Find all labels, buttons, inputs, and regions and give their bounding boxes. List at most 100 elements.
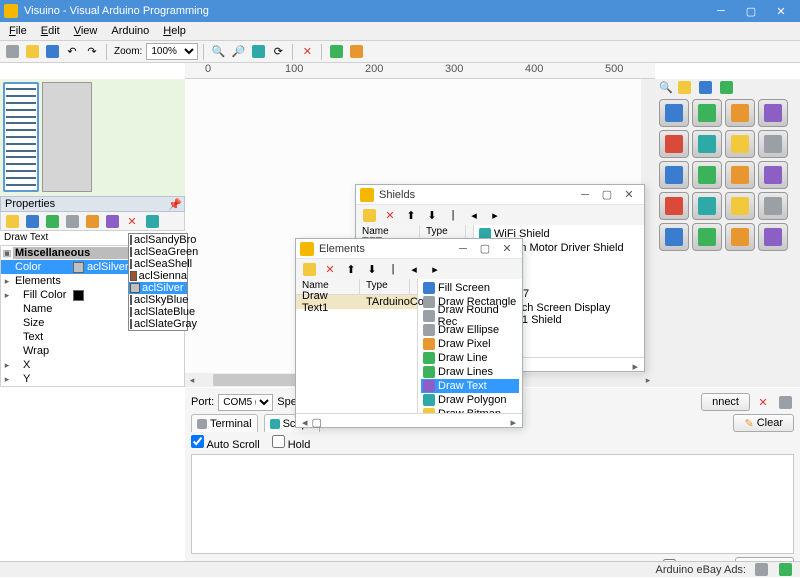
el-down-icon[interactable]: ⬇ — [363, 260, 381, 278]
element-item[interactable]: Draw Lines — [421, 365, 519, 379]
clear-button[interactable]: ✎Clear — [733, 414, 794, 432]
el-row[interactable]: Draw Text1 TArduinoCol — [296, 295, 417, 309]
palette-item[interactable] — [758, 130, 788, 158]
palette-item[interactable] — [692, 223, 722, 251]
shld-down-icon[interactable]: ⬇ — [423, 206, 441, 224]
palette-item[interactable] — [725, 161, 755, 189]
connect-button[interactable]: nnect — [701, 393, 750, 411]
element-item[interactable]: Draw Text — [421, 379, 519, 393]
palette-item[interactable] — [758, 192, 788, 220]
prop-help-icon[interactable] — [143, 212, 161, 230]
el-add-icon[interactable] — [300, 260, 318, 278]
palette-item[interactable] — [725, 192, 755, 220]
elements-max-button[interactable]: ▢ — [474, 242, 496, 255]
palette-item[interactable] — [725, 130, 755, 158]
elements-min-button[interactable]: ─ — [452, 243, 474, 255]
tab-terminal[interactable]: Terminal — [191, 414, 258, 432]
color-option[interactable]: aclSkyBlue — [129, 294, 187, 306]
element-item[interactable]: Draw Polygon — [421, 393, 519, 407]
pal-toggle-icon[interactable] — [697, 78, 715, 96]
palette-item[interactable] — [659, 99, 689, 127]
palette-item[interactable] — [692, 192, 722, 220]
palette-item[interactable] — [758, 161, 788, 189]
color-option[interactable]: aclSandyBro — [129, 234, 187, 246]
palette-item[interactable] — [758, 99, 788, 127]
palette-item[interactable] — [692, 161, 722, 189]
settings-icon[interactable] — [776, 393, 794, 411]
pal-grid-icon[interactable] — [718, 78, 736, 96]
upload-button[interactable] — [327, 43, 345, 61]
color-option[interactable]: aclSeaShell — [129, 258, 187, 270]
palette-item[interactable] — [659, 192, 689, 220]
palette-item[interactable] — [758, 223, 788, 251]
status-icon1[interactable] — [752, 561, 770, 579]
palette-item[interactable] — [692, 99, 722, 127]
pin-icon[interactable]: 📌 — [168, 198, 182, 211]
color-option[interactable]: aclSienna — [129, 270, 187, 282]
shld-add-icon[interactable] — [360, 206, 378, 224]
menu-edit[interactable]: Edit — [34, 23, 67, 39]
element-item[interactable]: Draw Pixel — [421, 337, 519, 351]
prop-del-icon[interactable]: ✕ — [123, 212, 141, 230]
terminal-output[interactable] — [191, 454, 794, 554]
el-del-icon[interactable]: ✕ — [321, 260, 339, 278]
el-up-icon[interactable]: ⬆ — [342, 260, 360, 278]
port-combo[interactable]: COM5 (L — [218, 394, 273, 411]
elements-window[interactable]: Elements ─ ▢ ✕ ✕ ⬆ ⬇ | ◂ ▸ Name Type Dra… — [295, 238, 523, 428]
shields-max-button[interactable]: ▢ — [596, 188, 618, 201]
board-button[interactable] — [347, 43, 365, 61]
hold-check[interactable]: Hold — [272, 435, 311, 451]
shld-up-icon[interactable]: ⬆ — [402, 206, 420, 224]
prop-filter-icon[interactable] — [43, 212, 61, 230]
shields-close-button[interactable]: ✕ — [618, 188, 640, 201]
element-item[interactable]: Fill Screen — [421, 281, 519, 295]
palette-item[interactable] — [692, 130, 722, 158]
design-preview[interactable] — [0, 79, 185, 196]
element-item[interactable]: Draw Bitmap — [421, 407, 519, 413]
new-button[interactable] — [3, 43, 21, 61]
palette-item[interactable] — [725, 223, 755, 251]
autoscroll-check[interactable]: Auto Scroll — [191, 435, 260, 451]
shields-min-button[interactable]: ─ — [574, 189, 596, 201]
color-option[interactable]: aclSlateBlue — [129, 306, 187, 318]
status-icon2[interactable] — [776, 561, 794, 579]
prop-sort-icon[interactable] — [23, 212, 41, 230]
color-option[interactable]: aclSlateGray — [129, 318, 187, 330]
pal-filter-icon[interactable] — [676, 78, 694, 96]
refresh-button[interactable]: ⟳ — [269, 43, 287, 61]
prop-copy-icon[interactable] — [63, 212, 81, 230]
menu-help[interactable]: Help — [156, 23, 193, 39]
close-button[interactable]: ✕ — [766, 0, 796, 22]
fit-button[interactable] — [249, 43, 267, 61]
menu-file[interactable]: File — [2, 23, 34, 39]
disconnect-icon[interactable]: ✕ — [754, 393, 772, 411]
element-item[interactable]: Draw Round Rec — [421, 309, 519, 323]
el-right-icon[interactable]: ▸ — [426, 260, 444, 278]
palette-item[interactable] — [659, 130, 689, 158]
shld-del-icon[interactable]: ✕ — [381, 206, 399, 224]
shld-left-icon[interactable]: ◂ — [465, 206, 483, 224]
color-option[interactable]: aclSeaGreen — [129, 246, 187, 258]
shld-right-icon[interactable]: ▸ — [486, 206, 504, 224]
minimize-button[interactable]: ─ — [706, 0, 736, 22]
zoomin-button[interactable]: 🔍 — [209, 43, 227, 61]
el-col-type[interactable]: Type — [360, 279, 410, 294]
prop-reset-icon[interactable] — [83, 212, 101, 230]
color-dropdown[interactable]: aclSandyBroaclSeaGreenaclSeaShellaclSien… — [128, 233, 188, 331]
prop-collapse-icon[interactable] — [103, 212, 121, 230]
elements-close-button[interactable]: ✕ — [496, 242, 518, 255]
save-button[interactable] — [43, 43, 61, 61]
palette-item[interactable] — [725, 99, 755, 127]
palette-item[interactable] — [659, 223, 689, 251]
maximize-button[interactable]: ▢ — [736, 0, 766, 22]
redo-button[interactable]: ↷ — [83, 43, 101, 61]
menu-view[interactable]: View — [67, 23, 105, 39]
delete-button[interactable]: ✕ — [298, 43, 316, 61]
color-option[interactable]: aclSilver — [129, 282, 187, 294]
palette-item[interactable] — [659, 161, 689, 189]
open-button[interactable] — [23, 43, 41, 61]
prop-cat-icon[interactable] — [3, 212, 21, 230]
menu-arduino[interactable]: Arduino — [104, 23, 156, 39]
zoom-combo[interactable]: 100% — [146, 43, 198, 60]
undo-button[interactable]: ↶ — [63, 43, 81, 61]
